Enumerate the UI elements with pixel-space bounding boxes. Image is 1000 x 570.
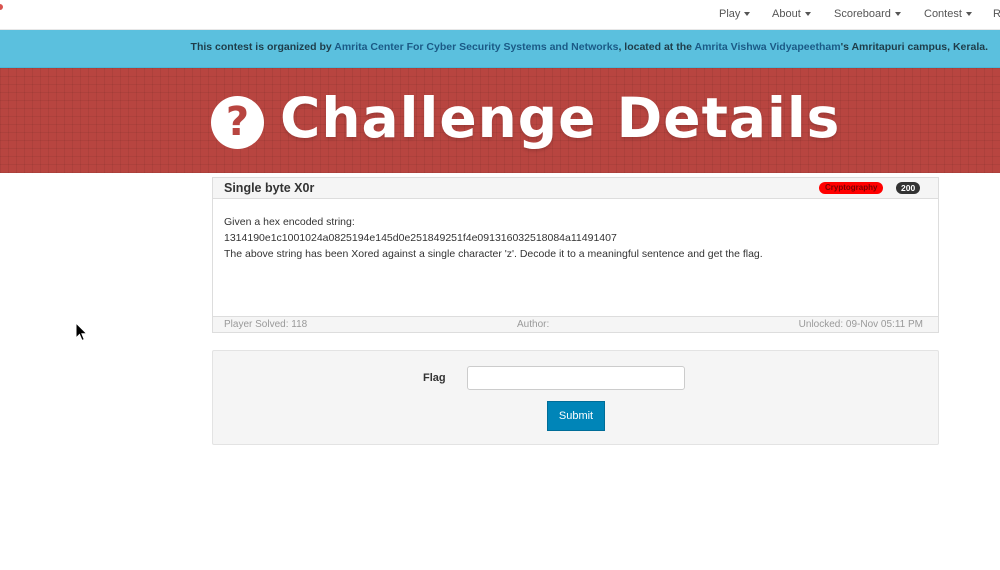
page-title: Challenge Details — [280, 86, 841, 150]
submit-button[interactable]: Submit — [547, 401, 605, 431]
organizer-infobar: This contest is organized by Amrita Cent… — [0, 30, 1000, 68]
caret-down-icon — [804, 12, 811, 17]
mouse-pointer-icon — [75, 322, 89, 342]
nav-scoreboard-label: Scoreboard — [834, 8, 891, 20]
challenge-footer: Player Solved: 118 Author: Unlocked: 09-… — [213, 316, 938, 332]
flag-submit-form: Flag Submit — [212, 350, 939, 445]
caret-down-icon — [894, 12, 901, 17]
challenge-header: Single byte X0r Cryptography 200 — [213, 178, 938, 199]
org-link[interactable]: Amrita Center For Cyber Security Systems… — [334, 41, 618, 53]
infobar-middle: , located at the — [618, 41, 695, 53]
caret-down-icon — [744, 12, 751, 17]
infobar-suffix: 's Amritapuri campus, Kerala. — [840, 41, 988, 53]
caret-down-icon — [965, 12, 972, 17]
nav-contest-label: Contest — [924, 8, 962, 20]
points-badge: 200 — [896, 182, 921, 194]
description-line: The above string has been Xored against … — [224, 248, 763, 260]
brand-edge — [0, 4, 3, 10]
solved-count: Player Solved: 118 — [224, 319, 308, 330]
nav-about-label: About — [772, 8, 801, 20]
flag-label: Flag — [423, 372, 446, 384]
hex-string: 1314190e1c1001024a0825194e145d0e25184925… — [224, 232, 617, 244]
page-header-banner: ? Challenge Details — [0, 68, 1000, 173]
flag-input[interactable] — [467, 366, 685, 390]
author-label: Author: — [517, 319, 550, 330]
nav-register-label: R — [993, 8, 1000, 20]
infobar-prefix: This contest is organized by — [190, 41, 335, 53]
organizer-text: This contest is organized by Amrita Cent… — [191, 41, 988, 53]
category-badge: Cryptography — [819, 182, 884, 194]
question-circle-icon: ? — [211, 96, 264, 149]
challenge-panel: Single byte X0r Cryptography 200 Given a… — [212, 177, 939, 333]
challenge-description: Given a hex encoded string: 1314190e1c10… — [224, 214, 924, 262]
challenge-title: Single byte X0r — [224, 181, 315, 195]
unlocked-time: Unlocked: 09-Nov 05:11 PM — [798, 319, 923, 330]
university-link[interactable]: Amrita Vishwa Vidyapeetham — [694, 41, 840, 53]
description-line: Given a hex encoded string: — [224, 216, 355, 228]
top-navbar: Play About Scoreboard Contest R — [0, 0, 1000, 30]
nav-play-label: Play — [719, 8, 741, 20]
